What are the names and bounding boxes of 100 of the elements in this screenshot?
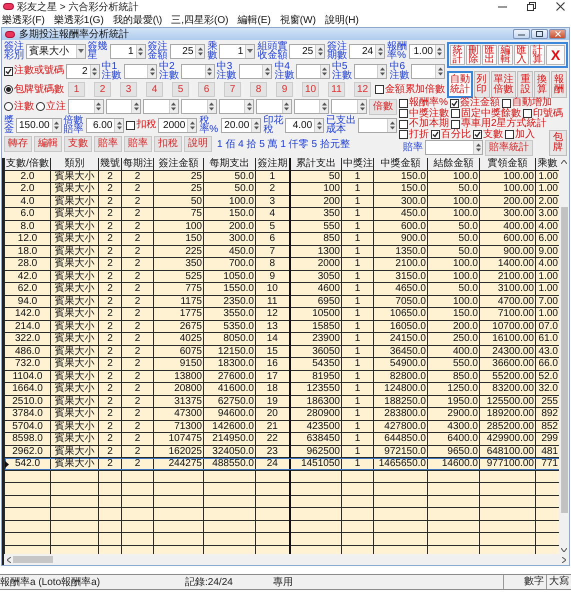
number-button[interactable]: 1: [68, 82, 85, 97]
toolbar-button[interactable]: 編輯: [498, 45, 513, 65]
spin-field[interactable]: 25: [289, 44, 326, 58]
spin-field[interactable]: [143, 99, 179, 114]
checkbox[interactable]: 中獎注數: [399, 108, 449, 119]
toolbar-button[interactable]: 匯入: [514, 45, 529, 65]
spin-field[interactable]: 1.00: [409, 44, 445, 58]
spin-field[interactable]: [238, 64, 272, 78]
spin-field[interactable]: 24: [349, 44, 386, 58]
spin-field[interactable]: [256, 99, 292, 114]
scrollbar-thumb[interactable]: [13, 556, 53, 563]
minimize-button[interactable]: [513, 29, 530, 39]
menu-item[interactable]: 編輯(E): [237, 13, 271, 27]
command-button[interactable]: 倍數: [369, 98, 397, 114]
spinner-icon[interactable]: [54, 120, 60, 130]
vertical-scrollbar[interactable]: [559, 158, 569, 554]
spinner-icon[interactable]: [380, 66, 385, 76]
spinner-icon[interactable]: [96, 102, 102, 111]
spinner-icon[interactable]: [360, 102, 364, 111]
spin-field[interactable]: 20.00: [221, 118, 262, 132]
menu-item[interactable]: 我的最愛(\): [112, 13, 162, 27]
spinner-icon[interactable]: [438, 66, 443, 76]
spinner-icon[interactable]: [209, 102, 214, 111]
checkbox[interactable]: 簽注金額: [450, 98, 500, 108]
menu-item[interactable]: 視窗(W): [280, 13, 316, 27]
checkbox[interactable]: 自動增加: [502, 98, 552, 108]
spin-field[interactable]: [296, 64, 330, 78]
spin-field[interactable]: [180, 99, 216, 114]
spin-field[interactable]: 2000: [158, 118, 198, 132]
command-button[interactable]: 賠率統計: [485, 140, 533, 156]
caret-icon[interactable]: [78, 49, 84, 53]
radio-button[interactable]: 立注: [36, 102, 66, 112]
scrollbar-thumb[interactable]: [560, 206, 568, 513]
toolbar-button[interactable]: 自動統計: [447, 71, 473, 98]
number-button[interactable]: 2: [94, 82, 111, 97]
toolbar-button[interactable]: 刪除: [466, 45, 481, 65]
spinner-icon[interactable]: [116, 120, 122, 130]
number-button[interactable]: 4: [146, 82, 163, 97]
command-button[interactable]: 說明: [184, 136, 212, 152]
number-button[interactable]: 11: [328, 82, 345, 97]
command-button[interactable]: 包牌: [549, 130, 567, 156]
spinner-icon[interactable]: [138, 46, 144, 56]
spinner-icon[interactable]: [190, 120, 195, 130]
menu-item[interactable]: 樂透彩1(G): [54, 13, 104, 27]
spinner-icon[interactable]: [254, 120, 259, 130]
spinner-icon[interactable]: [198, 46, 203, 56]
spin-field[interactable]: 6.00: [86, 118, 124, 132]
checkbox[interactable]: 打折: [399, 130, 429, 140]
spinner-icon[interactable]: [316, 120, 322, 130]
restore-button[interactable]: [531, 29, 548, 39]
horizontal-scrollbar[interactable]: [2, 554, 569, 565]
checkbox[interactable]: 支數: [473, 130, 503, 140]
toolbar-button[interactable]: 列印: [474, 71, 490, 98]
spinner-icon[interactable]: [134, 102, 139, 111]
spin-field[interactable]: [354, 64, 388, 78]
spinner-icon[interactable]: [207, 66, 212, 76]
toolbar-button[interactable]: 重設: [517, 71, 534, 98]
toolbar-button[interactable]: 報酬: [551, 71, 567, 98]
radio-button[interactable]: 注數: [4, 102, 34, 112]
command-button[interactable]: 賠率: [124, 136, 152, 152]
spinner-icon[interactable]: [284, 102, 290, 111]
spin-field[interactable]: [358, 118, 397, 132]
toolbar-button[interactable]: 統計: [450, 45, 465, 65]
spinner-icon[interactable]: [264, 66, 270, 76]
spin-field[interactable]: 1: [110, 44, 146, 58]
spinner-icon[interactable]: [437, 46, 442, 56]
checkbox[interactable]: 固定中獎餘數: [451, 108, 521, 119]
spinner-icon[interactable]: [246, 102, 252, 111]
spinner-icon[interactable]: [390, 120, 394, 130]
checkbox[interactable]: 金額累加倍數: [375, 84, 445, 94]
number-button[interactable]: 6: [198, 82, 215, 97]
close-icon[interactable]: [556, 2, 565, 11]
command-button[interactable]: 轉存: [4, 136, 32, 152]
spinner-icon[interactable]: [92, 66, 98, 76]
menu-item[interactable]: 三,四星彩(O): [171, 13, 228, 27]
spin-field[interactable]: [124, 64, 158, 78]
close-button[interactable]: [549, 29, 566, 39]
spin-field[interactable]: 4.00: [285, 118, 324, 132]
number-button[interactable]: 8: [250, 82, 267, 97]
toolbar-button[interactable]: 換算: [534, 71, 550, 98]
number-button[interactable]: 10: [302, 82, 319, 97]
spin-field[interactable]: [425, 140, 483, 156]
number-button[interactable]: 5: [172, 82, 189, 97]
checkbox[interactable]: 印號碼: [523, 108, 563, 119]
spin-field[interactable]: [68, 99, 104, 114]
restore-icon[interactable]: [527, 2, 536, 11]
dropdown[interactable]: 賓果大小: [26, 44, 86, 58]
command-button[interactable]: 支數: [64, 136, 92, 152]
spin-field[interactable]: [294, 99, 330, 114]
checkbox[interactable]: 百分比: [431, 130, 471, 140]
spinner-icon[interactable]: [476, 143, 480, 152]
command-button[interactable]: 賠率: [94, 136, 122, 152]
radio-button[interactable]: 包牌號碼數: [4, 84, 64, 94]
toolbar-button[interactable]: 計算: [530, 45, 545, 65]
menu-item[interactable]: 說明(H): [324, 13, 359, 27]
number-button[interactable]: 3: [120, 82, 137, 97]
checkbox[interactable]: 報酬率%: [399, 98, 448, 108]
command-button[interactable]: 扣稅: [154, 136, 182, 152]
caret-icon[interactable]: [247, 49, 254, 53]
spinner-icon[interactable]: [322, 66, 328, 76]
